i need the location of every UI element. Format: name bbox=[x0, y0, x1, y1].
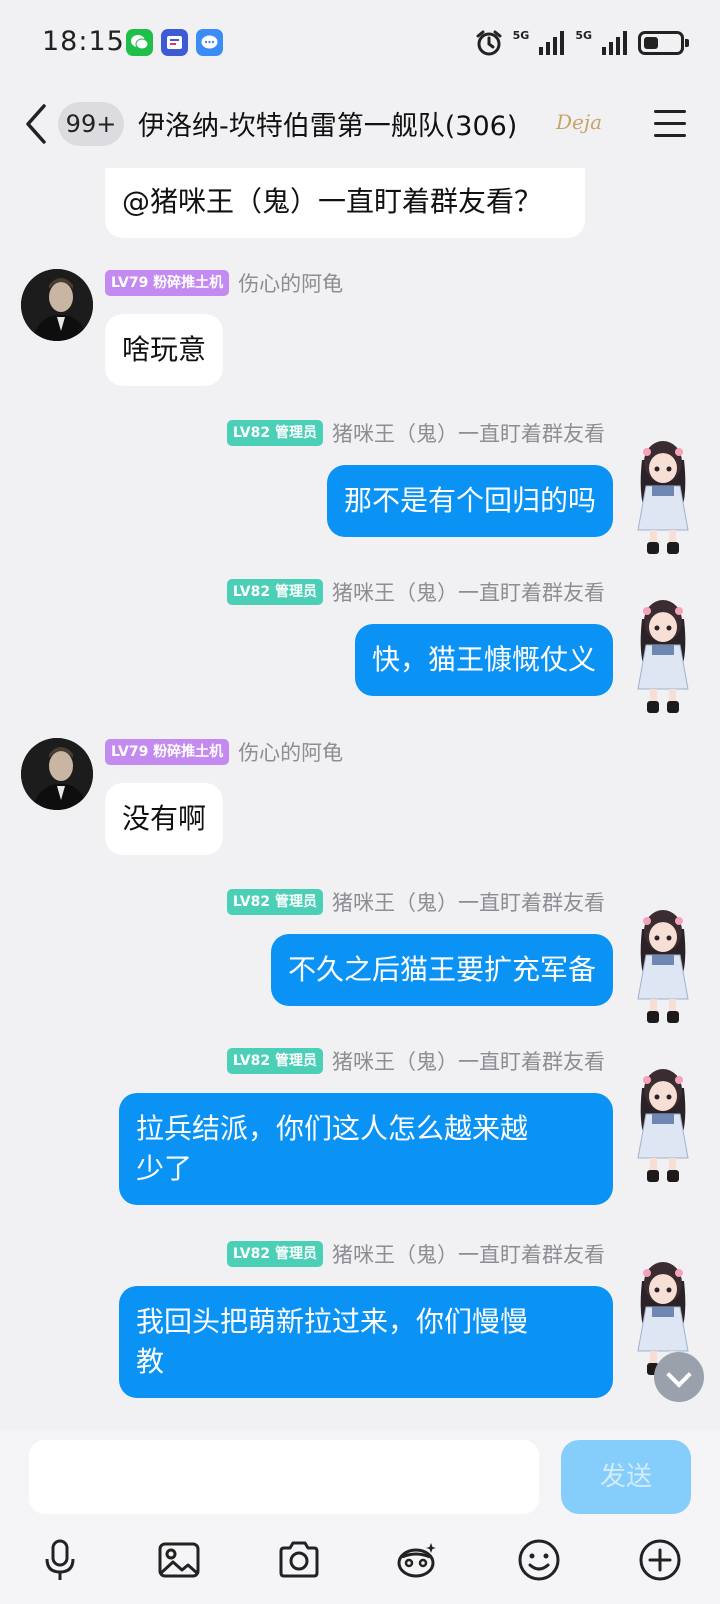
alarm-icon bbox=[476, 30, 502, 56]
avatar[interactable] bbox=[21, 269, 93, 341]
system-indicators: 5G 5G bbox=[475, 28, 689, 58]
sender-info: LV82 管理员 猪咪王（鬼）一直盯着群友看 bbox=[226, 1239, 605, 1269]
signal-icon bbox=[602, 31, 627, 55]
message-bubble[interactable]: 没有啊 bbox=[105, 783, 224, 855]
message-bubble[interactable]: 啥玩意 bbox=[105, 314, 224, 386]
wechat-icon bbox=[126, 29, 153, 56]
message-bubble[interactable]: 拉兵结派，你们这人怎么越来越 少了 bbox=[119, 1093, 613, 1205]
message-text-line: 教 bbox=[136, 1345, 165, 1378]
sender-nickname[interactable]: 猪咪王（鬼）一直盯着群友看 bbox=[332, 1046, 605, 1076]
sender-nickname[interactable]: 伤心的阿龟 bbox=[238, 737, 343, 767]
message-list[interactable]: @猪咪王（鬼）一直盯着群友看？ LV79 粉碎推土机 伤心的阿龟 啥玩意 LV8… bbox=[0, 168, 720, 1430]
message-bubble[interactable]: 快，猫王慷慨仗义 bbox=[354, 624, 613, 696]
back-arrow-icon[interactable] bbox=[22, 102, 52, 146]
network-label-1: 5G bbox=[512, 28, 530, 42]
message-text: 没有啊 bbox=[122, 802, 207, 835]
level-badge: LV82 管理员 bbox=[226, 889, 323, 915]
signal-icon bbox=[539, 31, 565, 55]
message-bubble[interactable]: 我回头把萌新拉过来，你们慢慢 教 bbox=[119, 1286, 613, 1398]
message-text: 啥玩意 bbox=[122, 333, 207, 366]
chat-header: 99+ 伊洛纳-坎特伯雷第一舰队(306) Deja bbox=[0, 88, 720, 168]
microphone-icon[interactable] bbox=[37, 1537, 83, 1583]
group-title[interactable]: 伊洛纳-坎特伯雷第一舰队(306) bbox=[138, 104, 517, 143]
smiley-icon[interactable] bbox=[516, 1537, 562, 1583]
status-bar: 18:15 5G 5G bbox=[0, 0, 720, 88]
send-button[interactable]: 发送 bbox=[561, 1440, 691, 1514]
group-badge-logo: Deja bbox=[556, 110, 602, 134]
emoji-hat-icon[interactable] bbox=[394, 1537, 440, 1583]
message-input[interactable] bbox=[29, 1440, 539, 1514]
sender-info: LV82 管理员 猪咪王（鬼）一直盯着群友看 bbox=[226, 577, 605, 607]
sender-info: LV82 管理员 猪咪王（鬼）一直盯着群友看 bbox=[226, 887, 605, 917]
level-badge: LV82 管理员 bbox=[226, 420, 323, 446]
tieba-icon bbox=[161, 29, 188, 56]
avatar[interactable] bbox=[628, 901, 698, 1029]
menu-icon[interactable] bbox=[654, 110, 686, 138]
message-text-line: 少了 bbox=[136, 1152, 193, 1185]
level-badge: LV79 粉碎推土机 bbox=[105, 739, 230, 765]
sender-info: LV79 粉碎推土机 伤心的阿龟 bbox=[105, 737, 343, 767]
network-label-2: 5G bbox=[575, 28, 592, 42]
sender-info: LV82 管理员 猪咪王（鬼）一直盯着群友看 bbox=[226, 1046, 605, 1076]
scroll-to-bottom-button[interactable] bbox=[654, 1352, 704, 1402]
message-text: @猪咪王（鬼）一直盯着群友看？ bbox=[122, 185, 543, 218]
sender-nickname[interactable]: 猪咪王（鬼）一直盯着群友看 bbox=[332, 1239, 605, 1269]
avatar[interactable] bbox=[21, 738, 93, 810]
clock: 18:15 bbox=[42, 26, 125, 57]
battery-icon bbox=[638, 31, 689, 55]
image-icon[interactable] bbox=[156, 1537, 202, 1583]
sender-nickname[interactable]: 猪咪王（鬼）一直盯着群友看 bbox=[332, 577, 605, 607]
message-icon bbox=[196, 29, 223, 56]
level-badge: LV82 管理员 bbox=[226, 579, 323, 605]
message-bubble[interactable]: 不久之后猫王要扩充军备 bbox=[270, 934, 613, 1006]
plus-icon[interactable] bbox=[637, 1537, 683, 1583]
avatar[interactable] bbox=[628, 591, 698, 719]
level-badge: LV79 粉碎推土机 bbox=[105, 270, 230, 296]
sender-nickname[interactable]: 猪咪王（鬼）一直盯着群友看 bbox=[332, 887, 605, 917]
message-text-line: 我回头把萌新拉过来，你们慢慢 bbox=[136, 1305, 529, 1338]
sender-info: LV79 粉碎推土机 伤心的阿龟 bbox=[105, 268, 343, 298]
camera-icon[interactable] bbox=[276, 1537, 322, 1583]
message-bubble[interactable]: 那不是有个回归的吗 bbox=[326, 465, 613, 537]
level-badge: LV82 管理员 bbox=[226, 1048, 323, 1074]
avatar[interactable] bbox=[628, 1060, 698, 1188]
avatar[interactable] bbox=[628, 432, 698, 560]
sender-nickname[interactable]: 伤心的阿龟 bbox=[238, 268, 343, 298]
unread-count-badge[interactable]: 99+ bbox=[58, 102, 124, 146]
sender-info: LV82 管理员 猪咪王（鬼）一直盯着群友看 bbox=[226, 418, 605, 448]
message-text: 不久之后猫王要扩充军备 bbox=[287, 953, 596, 986]
message-text-line: 拉兵结派，你们这人怎么越来越 bbox=[136, 1112, 529, 1145]
message-text: 快，猫王慷慨仗义 bbox=[371, 643, 596, 676]
input-bar: 发送 bbox=[0, 1430, 720, 1604]
level-badge: LV82 管理员 bbox=[226, 1241, 323, 1267]
sender-nickname[interactable]: 猪咪王（鬼）一直盯着群友看 bbox=[332, 418, 605, 448]
message-bubble[interactable]: @猪咪王（鬼）一直盯着群友看？ bbox=[105, 168, 585, 238]
message-text: 那不是有个回归的吗 bbox=[343, 484, 596, 517]
